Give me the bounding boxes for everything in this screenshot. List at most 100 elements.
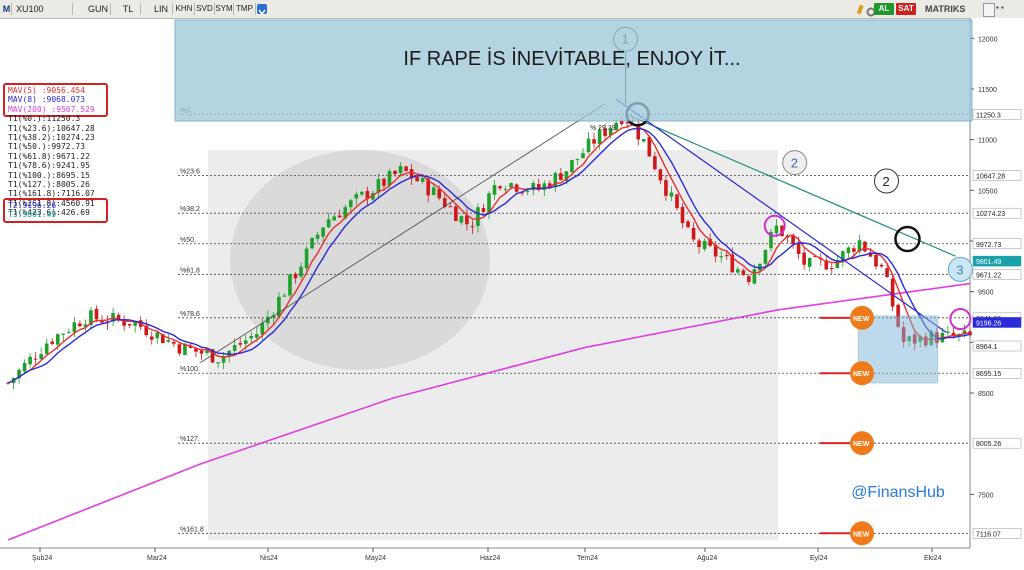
target-legend-0: T2:9196.26	[8, 201, 57, 210]
fib-legend-8: T1(%161.8):7116.07	[8, 189, 95, 199]
candle-body-143	[796, 243, 801, 255]
candle-body-38	[216, 362, 220, 364]
price-label-3: 9972.73	[976, 242, 1001, 249]
candle-body-160	[890, 278, 895, 307]
pencil-icon[interactable]	[855, 3, 865, 15]
toolbar: M XU100 GUN TL LIN KHN SVD SYM TMP AL SA…	[0, 0, 1024, 19]
candle-body-129	[719, 256, 724, 258]
candle-body-104	[581, 153, 585, 159]
candle-body-50	[282, 295, 287, 297]
candle-body-81	[454, 206, 458, 222]
fib-legend-6: T1(%100.):8695.15	[8, 170, 90, 180]
buy-badge[interactable]: AL	[874, 3, 894, 15]
x-tick-label-7: Eyl24	[810, 555, 828, 562]
fib-label-2: %38.2	[180, 206, 200, 213]
chevron-down-icon	[258, 9, 266, 16]
x-tick-label-5: Tem24	[577, 555, 598, 562]
price-label-10: 8005.26	[976, 441, 1001, 448]
candle-body-158	[879, 264, 884, 267]
candle-body-124	[691, 227, 696, 240]
candle-body-83	[465, 215, 469, 225]
candle-body-94	[525, 190, 530, 192]
candle-body-123	[686, 221, 690, 228]
banner-text: IF RAPE İS İNEVİTABLE, ENJOY İT...	[403, 47, 740, 70]
candle-body-100	[559, 173, 563, 181]
menu-button[interactable]: M	[2, 3, 12, 15]
fib-label-1: %23.6	[180, 168, 200, 175]
new-label-3: NEW	[853, 531, 870, 538]
price-chart[interactable]: %0.%23.6%38.2%50.%61.8%78.6%100.%127.%16…	[0, 18, 1024, 570]
candle-body-78	[437, 188, 442, 199]
x-tick-label-6: Ağu24	[697, 555, 717, 562]
period-button[interactable]: GUN	[86, 3, 111, 15]
candle-body-60	[337, 215, 342, 218]
candle-body-102	[570, 160, 574, 172]
candle-body-63	[354, 194, 359, 199]
watermark-text: @FinansHub	[851, 484, 945, 501]
candle-body-53	[299, 266, 303, 277]
candle-body-27	[155, 332, 160, 339]
symbol-field[interactable]: XU100	[14, 3, 73, 15]
candle-body-120	[669, 192, 674, 197]
candle-body-62	[348, 200, 353, 208]
candle-body-8	[50, 341, 55, 344]
candle-body-103	[575, 158, 580, 160]
candle-body-126	[702, 240, 707, 250]
symbol-label: XU100	[16, 4, 44, 14]
wave-label-3: 3	[956, 262, 963, 277]
candle-body-12	[72, 322, 77, 333]
fib-label-5: %78.6	[180, 311, 200, 318]
candle-body-170	[946, 331, 950, 333]
y-tick-label-2: 11000	[978, 138, 997, 145]
candle-body-71	[398, 165, 403, 174]
candle-body-26	[149, 336, 154, 340]
fib-label-8: %161.8	[180, 526, 204, 533]
fib-label-7: %127.	[180, 436, 200, 443]
sym-button[interactable]: SYM	[215, 3, 234, 15]
candle-body-77	[431, 187, 436, 195]
candle-body-139	[774, 225, 779, 234]
wave-label-1: 2	[791, 156, 798, 171]
fib-legend-1: T1(%23.6):10647.28	[8, 123, 95, 133]
fib-legend-5: T1(%78.6):9241.95	[8, 161, 90, 171]
candle-body-89	[498, 186, 502, 189]
currency-button[interactable]: TL	[116, 3, 141, 15]
candle-body-85	[476, 207, 480, 226]
candle-body-29	[166, 340, 171, 342]
mav-legend-0: MAV(5) :9056.454	[8, 86, 86, 95]
candle-body-74	[415, 176, 419, 182]
candle-body-130	[724, 255, 729, 257]
candle-body-157	[874, 254, 878, 267]
candle-body-86	[481, 207, 486, 212]
sell-badge[interactable]: SAT	[896, 3, 916, 15]
new-label-2: NEW	[853, 441, 870, 448]
candle-body-46	[260, 323, 265, 335]
candle-body-118	[658, 169, 663, 181]
x-tick-label-4: Haz24	[480, 555, 500, 562]
price-label-2: 10274.23	[976, 211, 1005, 218]
candle-body-51	[288, 274, 292, 296]
fib-legend-7: T1(%127.):8005.26	[8, 180, 90, 189]
dropdown-icon[interactable]	[257, 4, 267, 16]
candle-body-43	[243, 340, 248, 344]
khn-button[interactable]: KHN	[174, 3, 195, 15]
tmp-button[interactable]: TMP	[234, 3, 256, 15]
y-tick-label-5: 9500	[978, 290, 994, 297]
scale-button[interactable]: LIN	[150, 3, 173, 15]
settings-icon[interactable]	[983, 3, 995, 17]
x-tick-label-2: Nis24	[260, 555, 278, 562]
price-label-8: 8964.1	[976, 344, 998, 351]
y-tick-label-0: 12000	[978, 36, 998, 43]
candle-body-5	[33, 358, 38, 360]
target-legend-1: T3:9801.49	[8, 210, 57, 220]
candle-body-119	[664, 180, 668, 196]
svd-button[interactable]: SVD	[195, 3, 215, 15]
candle-body-44	[249, 335, 254, 339]
window-controls[interactable]: ▪ ▪	[996, 3, 1020, 15]
candle-body-45	[254, 334, 259, 338]
candle-body-75	[420, 177, 425, 182]
candle-body-30	[172, 341, 176, 344]
candle-body-159	[885, 268, 889, 278]
candle-body-144	[802, 252, 806, 265]
x-tick-label-3: May24	[365, 555, 386, 562]
